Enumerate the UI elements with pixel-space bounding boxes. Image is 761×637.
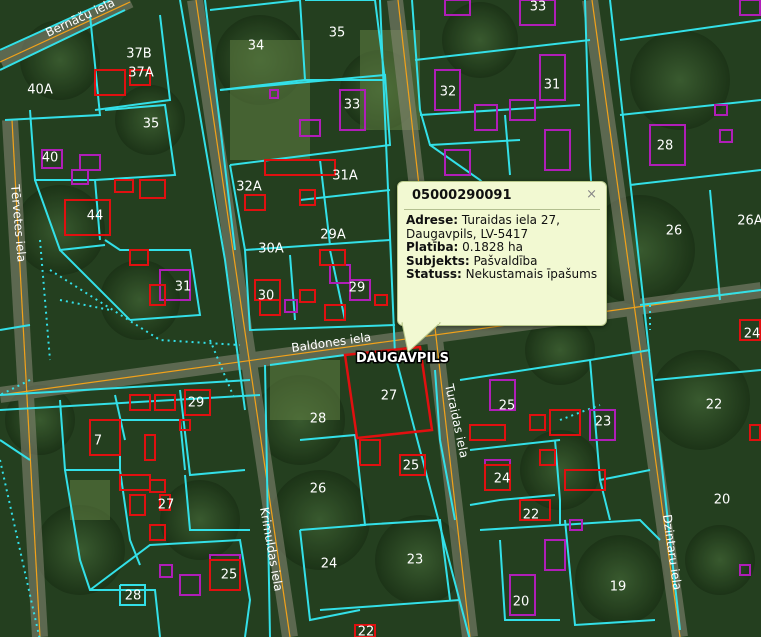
parcel-label: 24: [494, 472, 511, 487]
popup-row-subject: Subjekts: Pašvaldība: [406, 253, 598, 269]
parcel-info-popup: 05000290091 × Adrese: Turaidas iela 27, …: [397, 181, 607, 326]
parcel-label: 44: [87, 209, 104, 224]
popup-row-label: Adrese:: [406, 213, 459, 227]
popup-row-label: Platība:: [406, 240, 459, 254]
popup-row-value: 0.1828 ha: [462, 240, 523, 254]
parcel-label: 23: [595, 415, 612, 430]
parcel-label: 31A: [332, 169, 358, 184]
popup-row-value: Pašvaldība: [473, 253, 538, 268]
parcel-label: 22: [706, 398, 723, 413]
close-icon[interactable]: ×: [586, 187, 597, 202]
parcel-label: 27: [158, 498, 175, 513]
parcel-label: 31: [544, 78, 561, 93]
parcel-label: 27: [381, 389, 398, 404]
parcel-label: 25: [403, 459, 420, 474]
city-label: DAUGAVPILS: [356, 351, 449, 366]
popup-row-address: Adrese: Turaidas iela 27, Daugavpils, LV…: [406, 213, 598, 241]
popup-title: 05000290091: [404, 182, 600, 210]
parcel-label: 33: [530, 0, 547, 15]
parcel-label: 25: [221, 568, 238, 583]
parcel-label: 26: [310, 482, 327, 497]
popup-row-value: Nekustamais īpašums: [465, 267, 598, 281]
popup-body: Adrese: Turaidas iela 27, Daugavpils, LV…: [398, 210, 606, 286]
parcel-label: 24: [321, 557, 338, 572]
popup-row-area: Platība: 0.1828 ha: [406, 240, 598, 255]
popup-row-status: Statuss: Nekustamais īpašums: [406, 267, 598, 282]
parcel-label: 30: [258, 289, 275, 304]
parcel-label: 19: [610, 580, 627, 595]
parcel-label: 28: [657, 139, 674, 154]
parcel-label: 40A: [27, 83, 53, 98]
parcel-label: 22: [523, 508, 540, 523]
parcel-label: 33: [344, 98, 361, 113]
parcel-label: 40: [42, 151, 59, 166]
parcel-label: 24: [744, 327, 761, 342]
parcel-label: 37B: [126, 47, 151, 62]
parcel-label: 28: [310, 412, 327, 427]
parcel-label: 34: [248, 39, 265, 54]
popup-row-label: Subjekts:: [406, 253, 470, 268]
parcel-label: 32A: [236, 180, 262, 195]
parcel-label: 26A: [737, 214, 761, 229]
parcel-label: 20: [513, 595, 530, 610]
popup-row-label: Statuss:: [406, 267, 462, 281]
parcel-label: 31: [175, 280, 192, 295]
parcel-label: 29A: [320, 228, 346, 243]
parcel-label: 23: [407, 553, 424, 568]
parcel-label: 7: [94, 434, 102, 449]
parcel-label: 35: [329, 26, 346, 41]
parcel-label: 28: [125, 589, 142, 604]
parcel-label: 30A: [258, 242, 284, 257]
parcel-label: 29: [188, 396, 205, 411]
parcel-label: 29: [349, 281, 366, 296]
map-view[interactable]: 37B 37A 40A 35 34 35 33 33 32 31 40 44 3…: [0, 0, 761, 637]
parcel-label: 20: [714, 493, 731, 508]
parcel-label: 37A: [128, 66, 154, 81]
parcel-label: 35: [143, 117, 160, 132]
parcel-label: 25: [499, 399, 516, 414]
parcel-label: 32: [440, 85, 457, 100]
parcel-label: 22: [358, 625, 375, 637]
parcel-label: 26: [666, 224, 683, 239]
map-canvas[interactable]: 37B 37A 40A 35 34 35 33 33 32 31 40 44 3…: [0, 0, 761, 637]
